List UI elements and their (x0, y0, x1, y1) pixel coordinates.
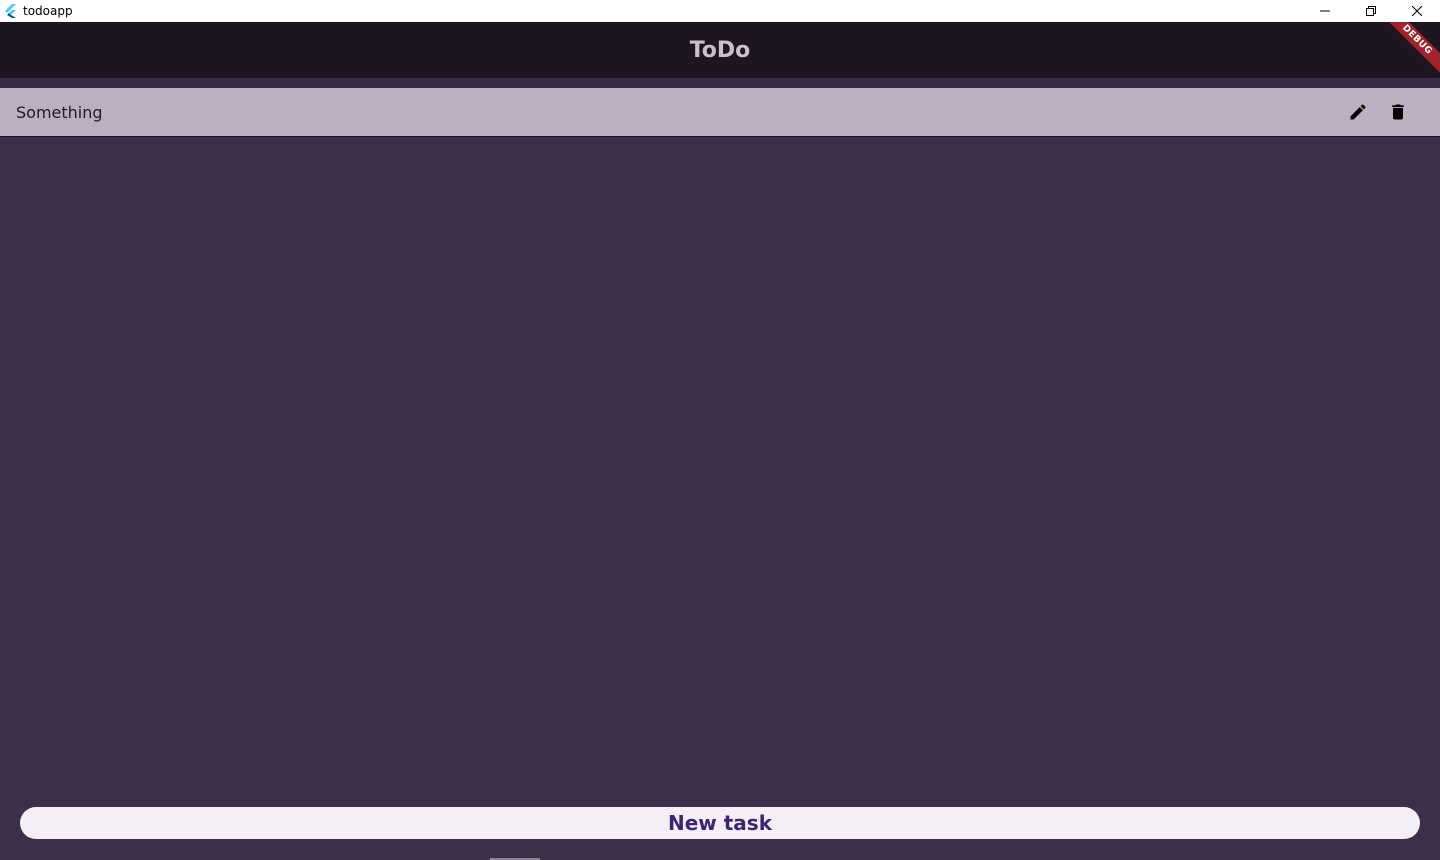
task-label: Something (16, 102, 103, 122)
new-task-button[interactable]: New task (20, 807, 1420, 839)
close-icon (1412, 6, 1422, 16)
window-title: todoapp (23, 4, 73, 18)
list-top-spacer (0, 78, 1440, 88)
close-button[interactable] (1394, 0, 1440, 22)
edit-icon (1350, 104, 1366, 120)
task-actions (1346, 100, 1410, 124)
minimize-icon (1320, 10, 1330, 12)
debug-banner: DEBUG (1380, 22, 1440, 77)
window-title-bar: todoapp (0, 0, 1440, 22)
list-item[interactable]: Something (0, 88, 1440, 137)
minimize-button[interactable] (1302, 0, 1348, 22)
restore-icon (1366, 6, 1376, 16)
flutter-logo-icon (5, 4, 16, 18)
restore-button[interactable] (1348, 0, 1394, 22)
delete-button[interactable] (1386, 100, 1410, 124)
edit-button[interactable] (1346, 100, 1370, 124)
page-title: ToDo (689, 37, 751, 63)
delete-icon (1392, 104, 1404, 120)
window-controls (1302, 0, 1440, 22)
app-bar: ToDo DEBUG (0, 22, 1440, 78)
